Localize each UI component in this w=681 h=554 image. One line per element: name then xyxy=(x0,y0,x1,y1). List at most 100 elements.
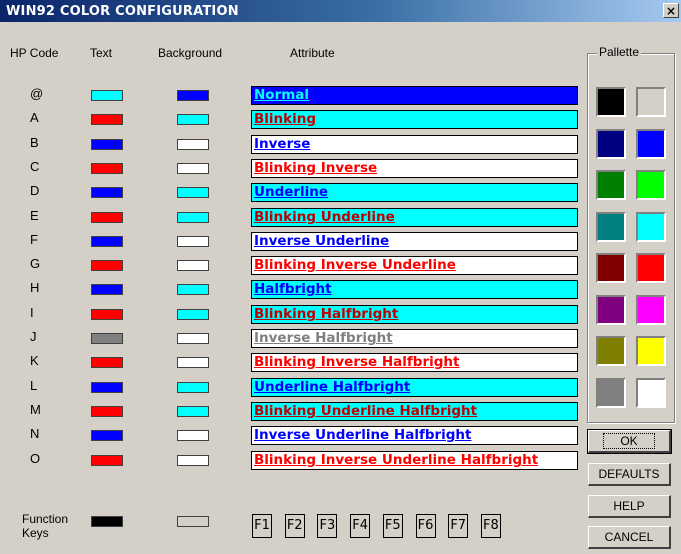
attribute-sample[interactable]: Inverse xyxy=(251,135,578,154)
background-color-swatch[interactable] xyxy=(177,284,209,295)
background-color-swatch[interactable] xyxy=(177,139,209,150)
palette-swatch[interactable] xyxy=(596,294,626,325)
text-color-swatch[interactable] xyxy=(91,455,123,466)
palette-swatch[interactable] xyxy=(596,253,626,283)
attribute-sample[interactable]: Inverse Halfbright xyxy=(251,329,578,348)
palette-swatch[interactable] xyxy=(636,294,666,325)
attribute-sample[interactable]: Normal xyxy=(251,86,578,105)
palette-swatch[interactable] xyxy=(636,336,666,366)
palette-swatch[interactable] xyxy=(596,170,626,200)
text-color-swatch[interactable] xyxy=(91,212,123,223)
function-keys-label-line2: Keys xyxy=(22,526,49,540)
background-color-swatch[interactable] xyxy=(177,455,209,466)
text-color-swatch[interactable] xyxy=(91,260,123,271)
palette-swatch[interactable] xyxy=(636,128,666,159)
attribute-sample[interactable]: Blinking Inverse Halfbright xyxy=(251,353,578,372)
text-color-swatch[interactable] xyxy=(91,236,123,247)
function-keys-label: Function Keys xyxy=(22,512,68,540)
cancel-button-label: CANCEL xyxy=(604,530,654,544)
cancel-button[interactable]: CANCEL xyxy=(588,526,671,549)
function-key-f8[interactable]: F8 xyxy=(480,514,501,538)
function-key-f7[interactable]: F7 xyxy=(448,514,469,538)
hp-code-label: L xyxy=(30,378,38,393)
defaults-button[interactable]: DEFAULTS xyxy=(588,463,671,486)
palette-swatch[interactable] xyxy=(636,170,666,200)
window-title: WIN92 COLOR CONFIGURATION xyxy=(6,4,239,19)
palette-swatch[interactable] xyxy=(596,211,626,242)
hp-code-label: K xyxy=(30,353,39,368)
attribute-sample[interactable]: Blinking Underline Halfbright xyxy=(251,402,578,421)
background-color-swatch[interactable] xyxy=(177,236,209,247)
ok-button[interactable]: OK xyxy=(587,429,672,454)
header-attribute: Attribute xyxy=(290,46,335,60)
attribute-sample[interactable]: Inverse Underline xyxy=(251,232,578,251)
background-color-swatch[interactable] xyxy=(177,90,209,101)
hp-code-label: I xyxy=(30,305,34,320)
text-color-swatch[interactable] xyxy=(91,163,123,174)
background-color-swatch[interactable] xyxy=(177,382,209,393)
palette-label: Pallette xyxy=(597,45,642,59)
palette-swatch[interactable] xyxy=(636,87,666,117)
hp-code-label: E xyxy=(30,208,39,223)
attribute-sample[interactable]: Blinking Inverse xyxy=(251,159,578,178)
background-color-swatch[interactable] xyxy=(177,187,209,198)
text-color-swatch[interactable] xyxy=(91,333,123,344)
close-button[interactable]: × xyxy=(663,3,679,18)
palette-swatch[interactable] xyxy=(596,377,626,408)
hp-code-label: D xyxy=(30,183,40,198)
background-color-swatch[interactable] xyxy=(177,212,209,223)
attribute-sample[interactable]: Blinking Inverse Underline xyxy=(251,256,578,275)
hp-code-label: @ xyxy=(30,86,44,101)
palette-swatch[interactable] xyxy=(596,87,626,117)
text-color-swatch[interactable] xyxy=(91,382,123,393)
hp-code-label: J xyxy=(30,329,37,344)
text-color-swatch[interactable] xyxy=(91,139,123,150)
background-color-swatch[interactable] xyxy=(177,114,209,125)
text-color-swatch[interactable] xyxy=(91,90,123,101)
text-color-swatch[interactable] xyxy=(91,430,123,441)
function-key-f3[interactable]: F3 xyxy=(317,514,338,538)
function-key-f6[interactable]: F6 xyxy=(415,514,436,538)
background-color-swatch[interactable] xyxy=(177,333,209,344)
hp-code-label: A xyxy=(30,110,39,125)
attribute-sample[interactable]: Halfbright xyxy=(251,280,578,299)
palette-swatch[interactable] xyxy=(636,253,666,283)
text-color-swatch[interactable] xyxy=(91,187,123,198)
background-color-swatch[interactable] xyxy=(177,163,209,174)
function-keys-text-swatch[interactable] xyxy=(91,516,123,527)
palette-swatch[interactable] xyxy=(596,128,626,159)
defaults-button-label: DEFAULTS xyxy=(598,467,660,481)
hp-code-label: H xyxy=(30,280,40,295)
header-background: Background xyxy=(158,46,223,60)
background-color-swatch[interactable] xyxy=(177,309,209,320)
help-button[interactable]: HELP xyxy=(588,495,671,518)
function-key-f5[interactable]: F5 xyxy=(382,514,403,538)
attribute-sample[interactable]: Blinking Inverse Underline Halfbright xyxy=(251,451,578,470)
palette-swatch[interactable] xyxy=(636,377,666,408)
function-keys-background-swatch[interactable] xyxy=(177,516,209,527)
help-button-label: HELP xyxy=(613,499,645,513)
function-key-f4[interactable]: F4 xyxy=(350,514,371,538)
background-color-swatch[interactable] xyxy=(177,406,209,417)
attribute-sample[interactable]: Blinking Underline xyxy=(251,208,578,227)
attribute-sample[interactable]: Inverse Underline Halfbright xyxy=(251,426,578,445)
text-color-swatch[interactable] xyxy=(91,357,123,368)
function-key-f1[interactable]: F1 xyxy=(252,514,272,538)
attribute-sample[interactable]: Underline xyxy=(251,183,578,202)
attribute-sample[interactable]: Blinking Halfbright xyxy=(251,305,578,324)
background-color-swatch[interactable] xyxy=(177,357,209,368)
ok-button-label: OK xyxy=(603,433,655,449)
palette-swatch[interactable] xyxy=(636,211,666,242)
text-color-swatch[interactable] xyxy=(91,114,123,125)
palette-swatch[interactable] xyxy=(596,336,626,366)
function-key-f2[interactable]: F2 xyxy=(284,514,305,538)
text-color-swatch[interactable] xyxy=(91,309,123,320)
text-color-swatch[interactable] xyxy=(91,284,123,295)
attribute-sample[interactable]: Blinking xyxy=(251,110,578,129)
close-icon: × xyxy=(665,4,677,18)
text-color-swatch[interactable] xyxy=(91,406,123,417)
attribute-sample[interactable]: Underline Halfbright xyxy=(251,378,578,397)
hp-code-label: G xyxy=(30,256,41,271)
background-color-swatch[interactable] xyxy=(177,430,209,441)
background-color-swatch[interactable] xyxy=(177,260,209,271)
